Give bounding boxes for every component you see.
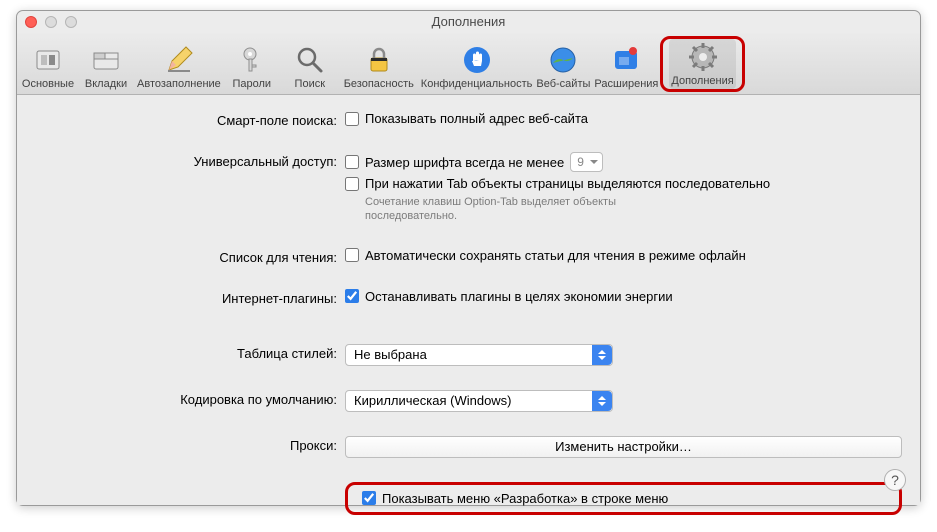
tab-label: Поиск bbox=[295, 78, 325, 90]
tab-label: Дополнения bbox=[671, 75, 733, 87]
tab-security[interactable]: Безопасность bbox=[339, 42, 419, 92]
checkbox-tab-highlight[interactable] bbox=[345, 177, 359, 191]
button-change-proxy-settings[interactable]: Изменить настройки… bbox=[345, 436, 902, 458]
tab-passwords[interactable]: Пароли bbox=[223, 42, 281, 92]
gear-icon bbox=[687, 41, 719, 73]
select-stylesheet[interactable]: Не выбрана bbox=[345, 344, 613, 366]
preferences-window: Дополнения Основные Вкладки Автозаполнен… bbox=[16, 10, 921, 506]
checkbox-show-develop-menu-label: Показывать меню «Разработка» в строке ме… bbox=[382, 491, 668, 506]
select-stylesheet-value: Не выбрана bbox=[354, 347, 427, 362]
tab-label: Веб-сайты bbox=[536, 78, 590, 90]
pencil-icon bbox=[163, 44, 195, 76]
row-reading-list: Список для чтения: Автоматически сохраня… bbox=[35, 248, 902, 265]
label-accessibility: Универсальный доступ: bbox=[35, 152, 345, 169]
select-encoding-value: Кириллическая (Windows) bbox=[354, 393, 512, 408]
checkbox-show-full-url[interactable] bbox=[345, 112, 359, 126]
tab-label: Вкладки bbox=[85, 78, 127, 90]
tab-search[interactable]: Поиск bbox=[281, 42, 339, 92]
checkbox-stop-plugins[interactable] bbox=[345, 289, 359, 303]
advanced-pane: Смарт-поле поиска: Показывать полный адр… bbox=[17, 95, 920, 505]
row-develop-menu: Показывать меню «Разработка» в строке ме… bbox=[35, 482, 902, 515]
tab-extensions[interactable]: Расширения bbox=[592, 42, 660, 92]
select-min-font-size[interactable]: 9 bbox=[570, 152, 603, 172]
tab-autofill[interactable]: Автозаполнение bbox=[135, 42, 223, 92]
tab-label: Безопасность bbox=[344, 78, 414, 90]
search-icon bbox=[294, 44, 326, 76]
general-icon bbox=[32, 44, 64, 76]
checkbox-stop-plugins-label: Останавливать плагины в целях экономии э… bbox=[365, 289, 673, 304]
row-plugins: Интернет-плагины: Останавливать плагины … bbox=[35, 289, 902, 306]
highlight-develop-menu: Показывать меню «Разработка» в строке ме… bbox=[345, 482, 902, 515]
checkbox-min-font-size-label: Размер шрифта всегда не менее bbox=[365, 155, 564, 170]
close-window-button[interactable] bbox=[25, 16, 37, 28]
tab-tabs[interactable]: Вкладки bbox=[77, 42, 135, 92]
row-smart-search: Смарт-поле поиска: Показывать полный адр… bbox=[35, 111, 902, 128]
select-encoding[interactable]: Кириллическая (Windows) bbox=[345, 390, 613, 412]
window-controls bbox=[25, 16, 77, 28]
tab-label: Пароли bbox=[233, 78, 272, 90]
checkbox-save-offline[interactable] bbox=[345, 248, 359, 262]
hand-icon bbox=[461, 44, 493, 76]
tab-label: Расширения bbox=[594, 78, 658, 90]
hint-option-tab: Сочетание клавиш Option-Tab выделяет объ… bbox=[365, 195, 705, 224]
window-title: Дополнения bbox=[432, 14, 506, 29]
label-reading-list: Список для чтения: bbox=[35, 248, 345, 265]
checkbox-min-font-size[interactable] bbox=[345, 155, 359, 169]
checkbox-show-develop-menu[interactable] bbox=[362, 491, 376, 505]
chevron-updown-icon bbox=[592, 345, 612, 365]
help-button[interactable]: ? bbox=[884, 469, 906, 491]
label-proxies: Прокси: bbox=[35, 436, 345, 453]
preferences-toolbar: Основные Вкладки Автозаполнение Пароли П bbox=[17, 33, 920, 95]
row-stylesheet: Таблица стилей: Не выбрана bbox=[35, 344, 902, 366]
puzzle-icon bbox=[610, 44, 642, 76]
row-encoding: Кодировка по умолчанию: Кириллическая (W… bbox=[35, 390, 902, 412]
checkbox-save-offline-label: Автоматически сохранять статьи для чтени… bbox=[365, 248, 746, 263]
titlebar: Дополнения bbox=[17, 11, 920, 33]
globe-icon bbox=[547, 44, 579, 76]
lock-icon bbox=[363, 44, 395, 76]
tab-websites[interactable]: Веб-сайты bbox=[534, 42, 592, 92]
row-accessibility: Универсальный доступ: Размер шрифта всег… bbox=[35, 152, 902, 224]
chevron-updown-icon bbox=[592, 391, 612, 411]
zoom-window-button[interactable] bbox=[65, 16, 77, 28]
checkbox-tab-highlight-label: При нажатии Tab объекты страницы выделяю… bbox=[365, 176, 770, 191]
tabs-icon bbox=[90, 44, 122, 76]
tab-privacy[interactable]: Конфиденциальность bbox=[419, 42, 535, 92]
tab-general[interactable]: Основные bbox=[19, 42, 77, 92]
key-icon bbox=[236, 44, 268, 76]
label-stylesheet: Таблица стилей: bbox=[35, 344, 345, 361]
highlight-advanced-tab: Дополнения bbox=[660, 36, 744, 92]
minimize-window-button[interactable] bbox=[45, 16, 57, 28]
tab-label: Основные bbox=[22, 78, 74, 90]
tab-label: Автозаполнение bbox=[137, 78, 221, 90]
label-smart-search: Смарт-поле поиска: bbox=[35, 111, 345, 128]
checkbox-show-full-url-label: Показывать полный адрес веб-сайта bbox=[365, 111, 588, 126]
tab-label: Конфиденциальность bbox=[421, 78, 533, 90]
tab-advanced[interactable]: Дополнения bbox=[669, 39, 735, 89]
label-encoding: Кодировка по умолчанию: bbox=[35, 390, 345, 407]
label-plugins: Интернет-плагины: bbox=[35, 289, 345, 306]
row-proxies: Прокси: Изменить настройки… bbox=[35, 436, 902, 458]
